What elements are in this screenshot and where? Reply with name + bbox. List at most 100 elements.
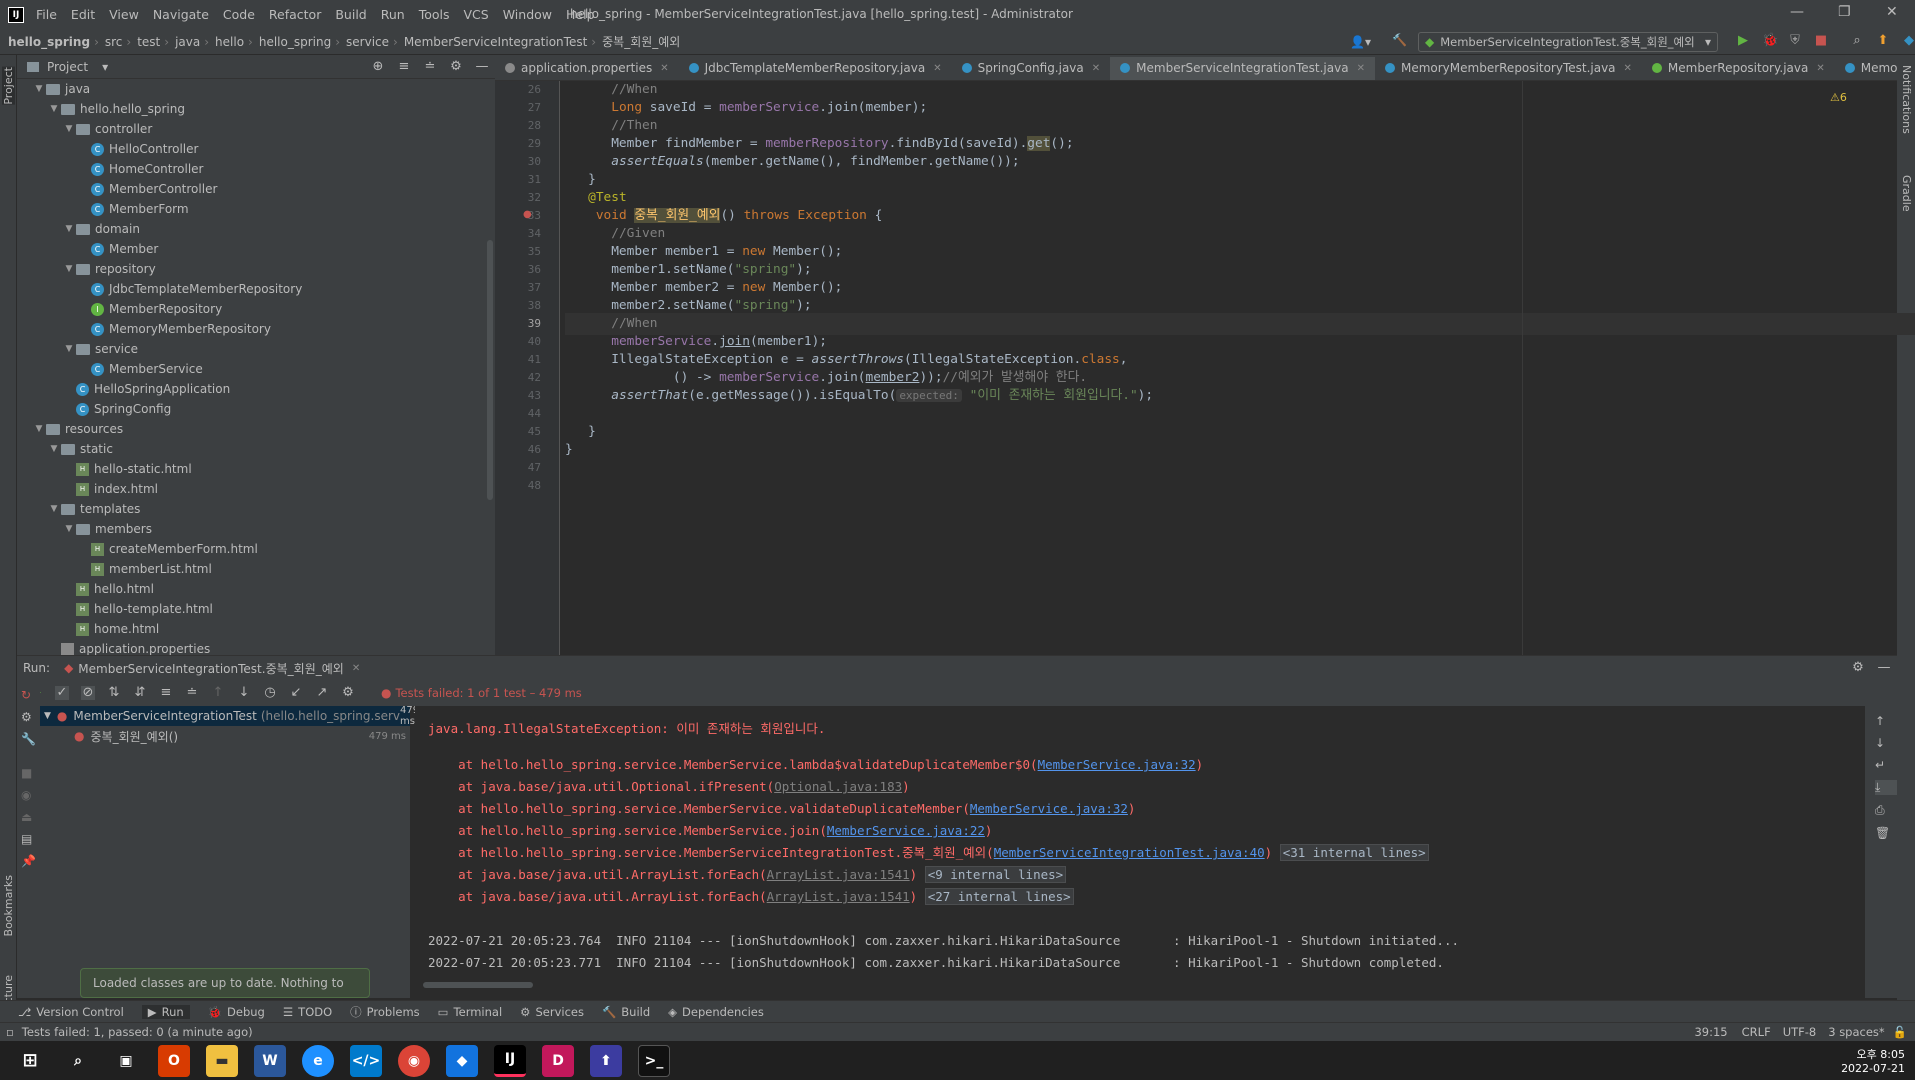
menu-edit[interactable]: Edit [71,7,95,22]
tree-item[interactable]: C JdbcTemplateMemberRepository [17,279,495,299]
tree-item[interactable]: C HelloSpringApplication [17,379,495,399]
import-icon[interactable]: ↙ [289,686,303,700]
hide-icon[interactable]: — [1877,661,1891,675]
gradle-tool-tab[interactable]: Gradle [1900,175,1913,212]
breadcrumb-item[interactable]: test [137,35,160,49]
close-tab-icon[interactable]: ✕ [352,663,360,674]
tool-tab-todo[interactable]: ☰ TODO [283,1005,332,1019]
stack-link[interactable]: ArrayList.java:1541 [767,867,910,882]
print-icon[interactable]: ⎙ [1875,803,1897,818]
run-icon[interactable]: ▶ [1736,34,1750,48]
chevron-down-icon[interactable]: ▼ [32,84,46,94]
export-icon[interactable]: ↗ [315,686,329,700]
scroll-to-end-icon[interactable]: ⤓ [1875,780,1897,795]
editor-tab[interactable]: MemoryMemberRep [1835,55,1897,80]
tree-item[interactable]: I MemberRepository [17,299,495,319]
tree-item[interactable]: Hhome.html [17,619,495,639]
debug-icon[interactable]: 🐞 [1762,34,1778,48]
notification-toast[interactable]: Loaded classes are up to date. Nothing t… [80,968,370,1018]
test-tree-item[interactable]: ● 중복_회원_예외() 479 ms [40,726,410,746]
tree-item[interactable]: Hhello-template.html [17,599,495,619]
menu-vcs[interactable]: VCS [464,7,489,22]
intellij-taskbar-icon[interactable]: IJ [494,1044,526,1077]
tree-item[interactable]: Hindex.html [17,479,495,499]
tree-item[interactable]: C MemoryMemberRepository [17,319,495,339]
menu-refactor[interactable]: Refactor [269,7,321,22]
chevron-down-icon[interactable]: ▼ [62,124,76,134]
scroll-up-icon[interactable]: ↑ [1875,714,1897,728]
run-tab[interactable]: MemberServiceIntegrationTest.중복_회원_예외 [78,660,344,677]
breadcrumb-item[interactable]: hello_spring [259,35,331,49]
tree-item[interactable]: ▼ static [17,439,495,459]
tool-tab-debug[interactable]: 🐞 Debug [208,1005,265,1019]
status-message[interactable]: Tests failed: 1, passed: 0 (a minute ago… [22,1025,253,1039]
minimize-icon[interactable]: — [1790,4,1804,20]
exit-icon[interactable]: ⏏ [21,810,40,824]
tree-item[interactable]: C MemberService [17,359,495,379]
breadcrumb-item[interactable]: hello [215,35,244,49]
sort-alpha-icon[interactable]: ⇅ [107,686,121,700]
layout-icon[interactable]: ▤ [21,832,40,846]
vscode-icon[interactable]: </> [350,1044,382,1077]
edge-icon[interactable]: e [302,1044,334,1077]
menu-file[interactable]: File [36,7,57,22]
tool-tab-problems[interactable]: ⓘ Problems [350,1004,420,1020]
app-blue-icon[interactable]: ◆ [446,1044,478,1077]
bookmarks-tool-tab[interactable]: Bookmarks [2,875,15,936]
tree-item[interactable]: ▼ resources [17,419,495,439]
close-icon[interactable]: ✕ [1886,4,1898,20]
console-output[interactable]: java.lang.IllegalStateException: 이미 존재하는… [415,706,1865,998]
show-ignored-icon[interactable]: ⊘ [81,686,95,700]
project-tool-tab[interactable]: Project [2,67,15,105]
soft-wrap-icon[interactable]: ↵ [1875,758,1897,772]
run-test-gutter-icon[interactable]: ● [523,209,532,220]
tree-item[interactable]: C HelloController [17,139,495,159]
menu-code[interactable]: Code [223,7,255,22]
expand-all-icon[interactable]: ≡ [159,686,173,700]
trash-icon[interactable]: 🗑 [1875,826,1897,840]
restore-icon[interactable]: ❐ [1838,4,1851,20]
close-tab-icon[interactable]: ✕ [1357,63,1365,74]
stack-link[interactable]: MemberService.java:32 [1038,757,1196,772]
update-icon[interactable]: ⬆ [1876,34,1890,48]
menu-navigate[interactable]: Navigate [153,7,209,22]
build-hammer-icon[interactable]: 🔨 [1392,33,1407,47]
chevron-down-icon[interactable]: ▼ [32,424,46,434]
windows-start-icon[interactable]: ⊞ [14,1045,46,1077]
settings-icon[interactable]: ⚙ [341,686,355,700]
chevron-down-icon[interactable]: ▼ [47,104,61,114]
close-tab-icon[interactable]: ✕ [660,63,668,74]
tool-tab-version-control[interactable]: ⎇ Version Control [18,1005,124,1019]
tree-item[interactable]: ▼ repository [17,259,495,279]
breadcrumb-item[interactable]: hello_spring [8,35,90,49]
menu-build[interactable]: Build [335,7,366,22]
menu-run[interactable]: Run [381,7,405,22]
pin-icon[interactable]: 📌 [21,854,40,868]
datagrip-icon[interactable]: D [542,1044,574,1077]
tool-tab-services[interactable]: ⚙ Services [520,1005,584,1019]
tool-tab-dependencies[interactable]: ◈ Dependencies [668,1005,764,1019]
history-icon[interactable]: ◷ [263,686,277,700]
stack-link[interactable]: MemberService.java:22 [827,823,985,838]
fold-internal-lines[interactable]: <27 internal lines> [924,888,1074,905]
clock[interactable]: 오후 8:05 2022-07-21 [1841,1046,1905,1075]
breadcrumb-item[interactable]: MemberServiceIntegrationTest [404,35,587,49]
coverage-icon[interactable]: ⛨ [1788,34,1802,48]
lock-icon[interactable]: 🔓 [1893,1025,1907,1039]
editor-tab[interactable]: JdbcTemplateMemberRepository.java ✕ [679,55,952,80]
debug-icon[interactable]: ⚙ [21,710,40,724]
editor-tab[interactable]: MemberRepository.java ✕ [1642,55,1835,80]
stack-link[interactable]: MemberService.java:32 [970,801,1128,816]
stack-link[interactable]: Optional.java:183 [774,779,902,794]
stack-link[interactable]: ArrayList.java:1541 [767,889,910,904]
stop-icon[interactable]: ■ [1814,34,1828,48]
tree-item[interactable]: Hhello-static.html [17,459,495,479]
project-panel-title[interactable]: Project [47,60,88,74]
tool-tab-run[interactable]: ▶ Run [141,1004,190,1019]
stop-icon[interactable]: ■ [21,766,40,780]
tree-item[interactable]: C MemberController [17,179,495,199]
tree-item[interactable]: ▼ hello.hello_spring [17,99,495,119]
file-encoding[interactable]: UTF-8 [1783,1025,1817,1039]
wrench-icon[interactable]: 🔧 [21,732,40,746]
chevron-down-icon[interactable]: ▼ [62,524,76,534]
